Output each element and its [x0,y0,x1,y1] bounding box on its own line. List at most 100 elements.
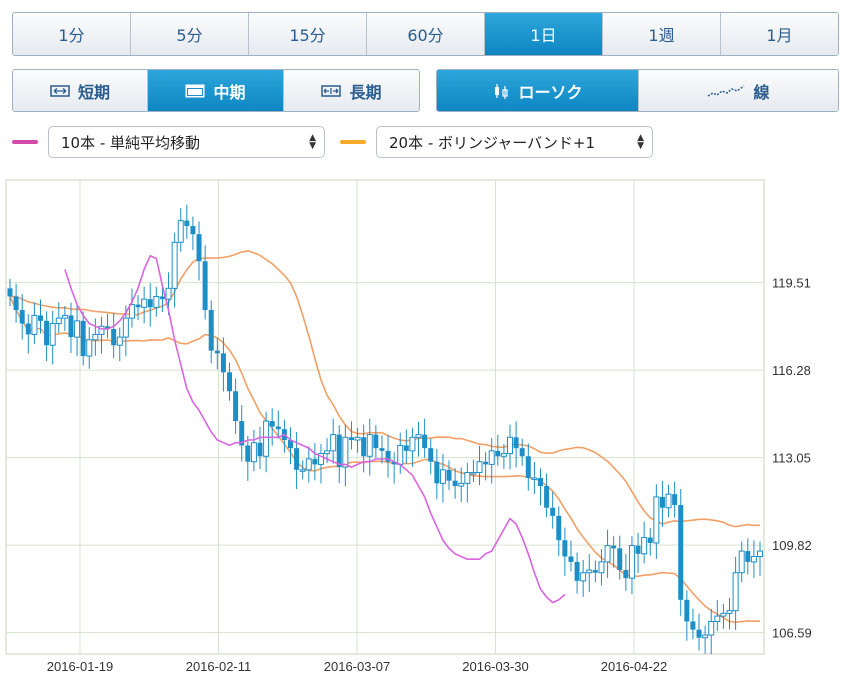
indicator-2-swatch [340,140,366,144]
candle-body [263,420,270,457]
candle-body [409,436,416,452]
candle-body [628,545,635,579]
indicator-2-value: 20本 - ボリンジャーバンド+1 [389,133,595,152]
chart-type-line-button[interactable]: 線 [639,70,838,111]
candle-body [415,434,422,438]
candle-body [604,545,611,563]
candle-body [361,437,367,457]
candle-body [525,456,531,478]
candle-body [476,461,483,474]
select-arrows-icon: ▲ ▼ [637,133,644,151]
candle-body [556,515,562,541]
timeframe-button[interactable]: 15分 [249,13,367,55]
candle-body [544,486,550,508]
candle-body [196,234,202,262]
candle-body [641,537,648,555]
candle-body [153,295,160,308]
candle-body [422,434,428,449]
timeframe-button[interactable]: 1月 [721,13,838,55]
y-tick-label: 116.28 [772,363,811,378]
timeframe-button[interactable]: 60分 [367,13,485,55]
candle-body [312,458,318,465]
candle-body [452,480,458,487]
indicator-1-swatch [12,140,38,144]
timeframe-button[interactable]: 1日 [485,13,603,55]
candle-body [562,540,568,557]
candle-body [574,561,580,581]
candle-body [214,350,220,354]
candle-body [336,434,342,468]
timeframe-button[interactable]: 5分 [131,13,249,55]
candle-body [586,569,593,574]
candle-body [31,314,38,335]
candle-body [354,436,361,441]
candle-body [135,304,141,308]
candle-body [488,450,495,465]
candle-body [141,298,148,308]
candle-body [617,548,623,571]
candle-body [330,434,337,452]
candle-body [116,336,123,346]
period-short-label: 短期 [77,82,110,102]
candle-body [122,317,129,338]
candle-body [690,621,696,630]
candle-body [647,537,653,543]
candle-body [299,469,306,472]
candle-body [696,629,702,638]
period-long-button[interactable]: 長期 [284,70,419,111]
candle-body [342,436,349,468]
indicator-1-select[interactable]: 10本 - 単純平均移動 ▲ ▼ [48,126,325,158]
candle-body [446,469,452,481]
candle-body [672,494,678,506]
period-short-button[interactable]: 短期 [13,70,148,111]
candle-body [738,550,745,574]
candle-body [92,333,99,341]
select-arrows-icon: ▲ ▼ [309,133,316,151]
candle-body [7,288,13,297]
candle-body [245,445,251,462]
candle-body [177,220,184,243]
x-tick-label: 2016-04-22 [601,659,668,674]
candle-body [305,458,312,471]
candle-body [294,448,300,470]
candle-body [500,453,507,457]
window-icon [185,84,205,98]
candle-body [550,507,556,516]
candle-body [665,493,672,509]
candle-body [726,610,733,614]
candle-body [635,545,641,554]
timeframe-button[interactable]: 1分 [13,13,131,55]
candle-body [507,436,513,455]
candle-body [55,317,62,325]
candle-body [190,226,196,235]
candle-body [483,461,489,465]
candle-body [379,448,385,451]
candle-body [684,599,690,622]
candle-body [519,448,525,457]
price-chart: 119.51 116.28 113.05 109.82 106.59 2016-01-19… [5,179,812,674]
chart-type-candle-button[interactable]: ローソク [437,70,639,111]
candle-body [165,287,172,300]
candle-body [403,445,409,451]
candle-body [531,477,538,480]
timeframe-button[interactable]: 1週 [603,13,721,55]
candle-body [611,545,617,549]
candle-body [159,296,165,300]
arrows-wide-icon [321,84,342,98]
candle-body [19,310,25,324]
candle-body [428,448,434,462]
candle-body [434,461,440,484]
candle-body [732,572,739,612]
period-medium-button[interactable]: 中期 [148,70,284,111]
indicator-2: 20本 - ボリンジャーバンド+1 ▲ ▼ [340,126,653,158]
timeframe-selector: 1分 5分 15分 60分 1日 1週 1月 [12,12,839,56]
candle-body [80,320,86,357]
y-tick-label: 106.59 [772,626,812,641]
indicator-1-value: 10本 - 単純平均移動 [61,133,201,152]
chart-type-selector: ローソク 線 [436,69,839,112]
y-tick-label: 119.51 [772,276,811,291]
indicator-2-select[interactable]: 20本 - ボリンジャーバンド+1 ▲ ▼ [376,126,653,158]
candle-body [202,261,208,311]
candle-body [714,615,721,622]
candle-body [220,353,226,373]
